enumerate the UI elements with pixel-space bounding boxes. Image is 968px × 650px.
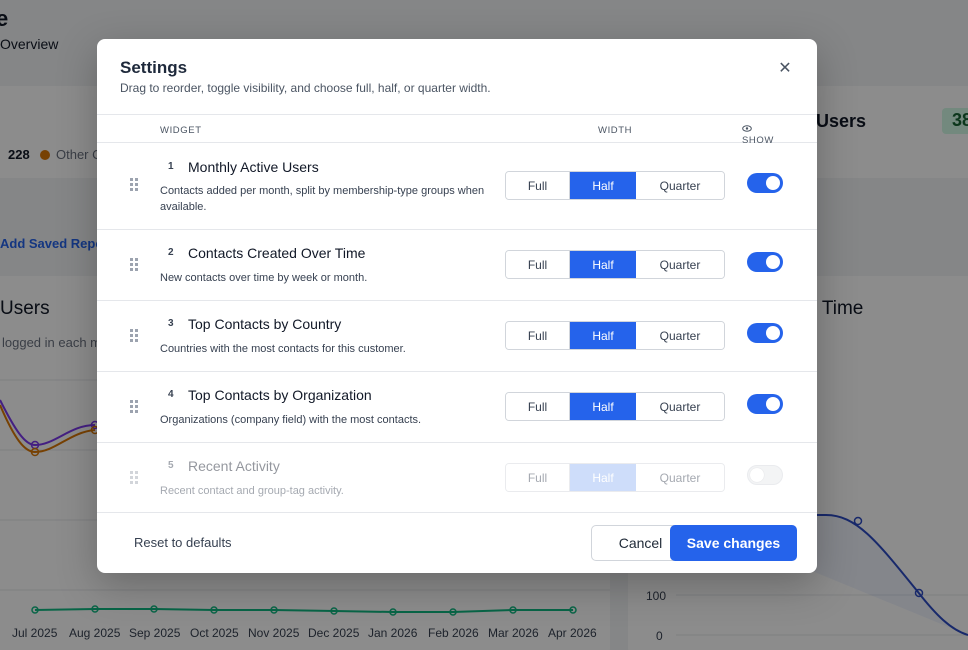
widget-number: 2 [168,247,174,258]
widget-row[interactable]: 3 Top Contacts by Country Countries with… [97,301,817,372]
width-quarter-button[interactable]: Quarter [636,251,724,278]
widget-description: Recent contact and group-tag activity. [160,485,344,497]
width-selector: Full Half Quarter [505,321,725,350]
widget-number: 3 [168,318,174,329]
column-show: Show [742,125,773,146]
toggle-knob [766,326,780,340]
widget-name: Top Contacts by Organization [188,387,372,403]
drag-handle-icon[interactable] [130,471,140,485]
modal-subtitle: Drag to reorder, toggle visibility, and … [120,81,491,95]
widget-number: 1 [168,161,174,172]
widget-description: Organizations (company field) with the m… [160,414,422,426]
drag-handle-icon[interactable] [130,258,140,272]
widget-name: Top Contacts by Country [188,316,342,332]
width-full-button[interactable]: Full [506,172,570,199]
width-quarter-button[interactable]: Quarter [636,464,724,491]
show-toggle[interactable] [747,252,783,272]
column-width: Width [598,125,633,136]
drag-handle-icon[interactable] [130,178,140,192]
width-half-button[interactable]: Half [570,322,636,349]
column-widget: Widget [160,125,202,136]
modal-footer: Reset to defaults Cancel Save changes [97,513,817,573]
widget-description: Countries with the most contacts for thi… [160,343,406,355]
width-full-button[interactable]: Full [506,251,570,278]
width-half-button[interactable]: Half [570,393,636,420]
widget-name: Contacts Created Over Time [188,245,366,261]
widget-row[interactable]: 2 Contacts Created Over Time New contact… [97,230,817,301]
width-selector: Full Half Quarter [505,171,725,200]
drag-handle-icon[interactable] [130,329,140,343]
widget-number: 5 [168,460,174,471]
widget-name: Monthly Active Users [188,159,319,175]
widget-number: 4 [168,389,174,400]
widget-row[interactable]: 5 Recent Activity Recent contact and gro… [97,443,817,513]
column-header: Widget Width Show [97,114,817,146]
width-half-button[interactable]: Half [570,464,636,491]
show-toggle[interactable] [747,323,783,343]
show-toggle[interactable] [747,173,783,193]
drag-handle-icon[interactable] [130,400,140,414]
width-selector: Full Half Quarter [505,250,725,279]
widget-description: New contacts over time by week or month. [160,272,368,284]
width-quarter-button[interactable]: Quarter [636,393,724,420]
widget-description: Contacts added per month, split by membe… [160,185,485,213]
widget-row[interactable]: 1 Monthly Active Users Contacts added pe… [97,143,817,230]
width-full-button[interactable]: Full [506,464,570,491]
toggle-knob [766,397,780,411]
settings-modal: Settings Drag to reorder, toggle visibil… [97,39,817,573]
toggle-knob [750,468,764,482]
show-toggle[interactable] [747,465,783,485]
eye-icon [742,125,752,132]
toggle-knob [766,255,780,269]
width-full-button[interactable]: Full [506,322,570,349]
toggle-knob [766,176,780,190]
widget-row[interactable]: 4 Top Contacts by Organization Organizat… [97,372,817,443]
show-toggle[interactable] [747,394,783,414]
reset-defaults-button[interactable]: Reset to defaults [134,535,232,550]
width-half-button[interactable]: Half [570,251,636,278]
save-changes-button[interactable]: Save changes [670,525,797,561]
width-selector: Full Half Quarter [505,392,725,421]
width-selector: Full Half Quarter [505,463,725,492]
widget-name: Recent Activity [188,458,280,474]
width-full-button[interactable]: Full [506,393,570,420]
width-half-button[interactable]: Half [570,172,636,199]
width-quarter-button[interactable]: Quarter [636,322,724,349]
close-icon[interactable]: ✕ [775,59,795,79]
modal-title: Settings [120,58,188,77]
width-quarter-button[interactable]: Quarter [636,172,724,199]
